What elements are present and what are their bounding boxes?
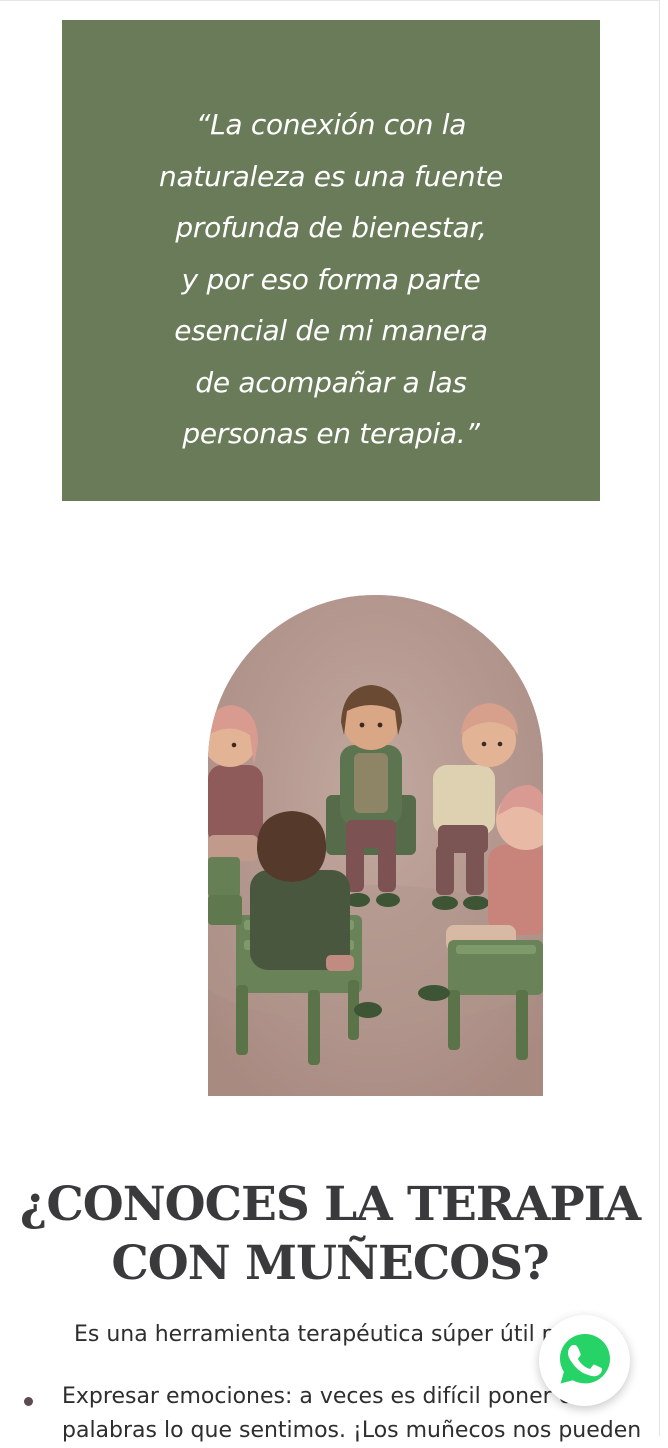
quote-line: naturaleza es una fuente <box>159 159 503 193</box>
quote-block: “La conexión con la naturaleza es una fu… <box>62 20 600 501</box>
section-title-line: ¿CONOCES LA TERAPIA <box>19 1177 641 1232</box>
section-title-line: CON MUÑECOS? <box>111 1236 549 1291</box>
quote-line: “La conexión con la <box>195 108 467 141</box>
therapy-figures-image <box>208 595 543 1096</box>
bullet-marker <box>24 1397 33 1406</box>
section-title: ¿CONOCES LA TERAPIA CON MUÑECOS? <box>0 1175 660 1293</box>
figure-left <box>208 705 263 861</box>
quote-line: y por eso forma parte <box>181 262 481 296</box>
list-item-line: palabras lo que sentimos. ¡Los muñecos n… <box>62 1418 642 1443</box>
quote-line: de acompañar a las <box>195 365 467 399</box>
quote-line: personas en terapia.” <box>182 417 480 450</box>
whatsapp-icon <box>556 1330 614 1392</box>
whatsapp-button[interactable] <box>539 1315 630 1406</box>
chair-left <box>208 857 242 925</box>
quote-line: profunda de bienestar, <box>175 211 487 244</box>
quote-line: esencial de mi manera <box>174 314 488 347</box>
quote-text: “La conexión con la naturaleza es una fu… <box>62 99 600 460</box>
